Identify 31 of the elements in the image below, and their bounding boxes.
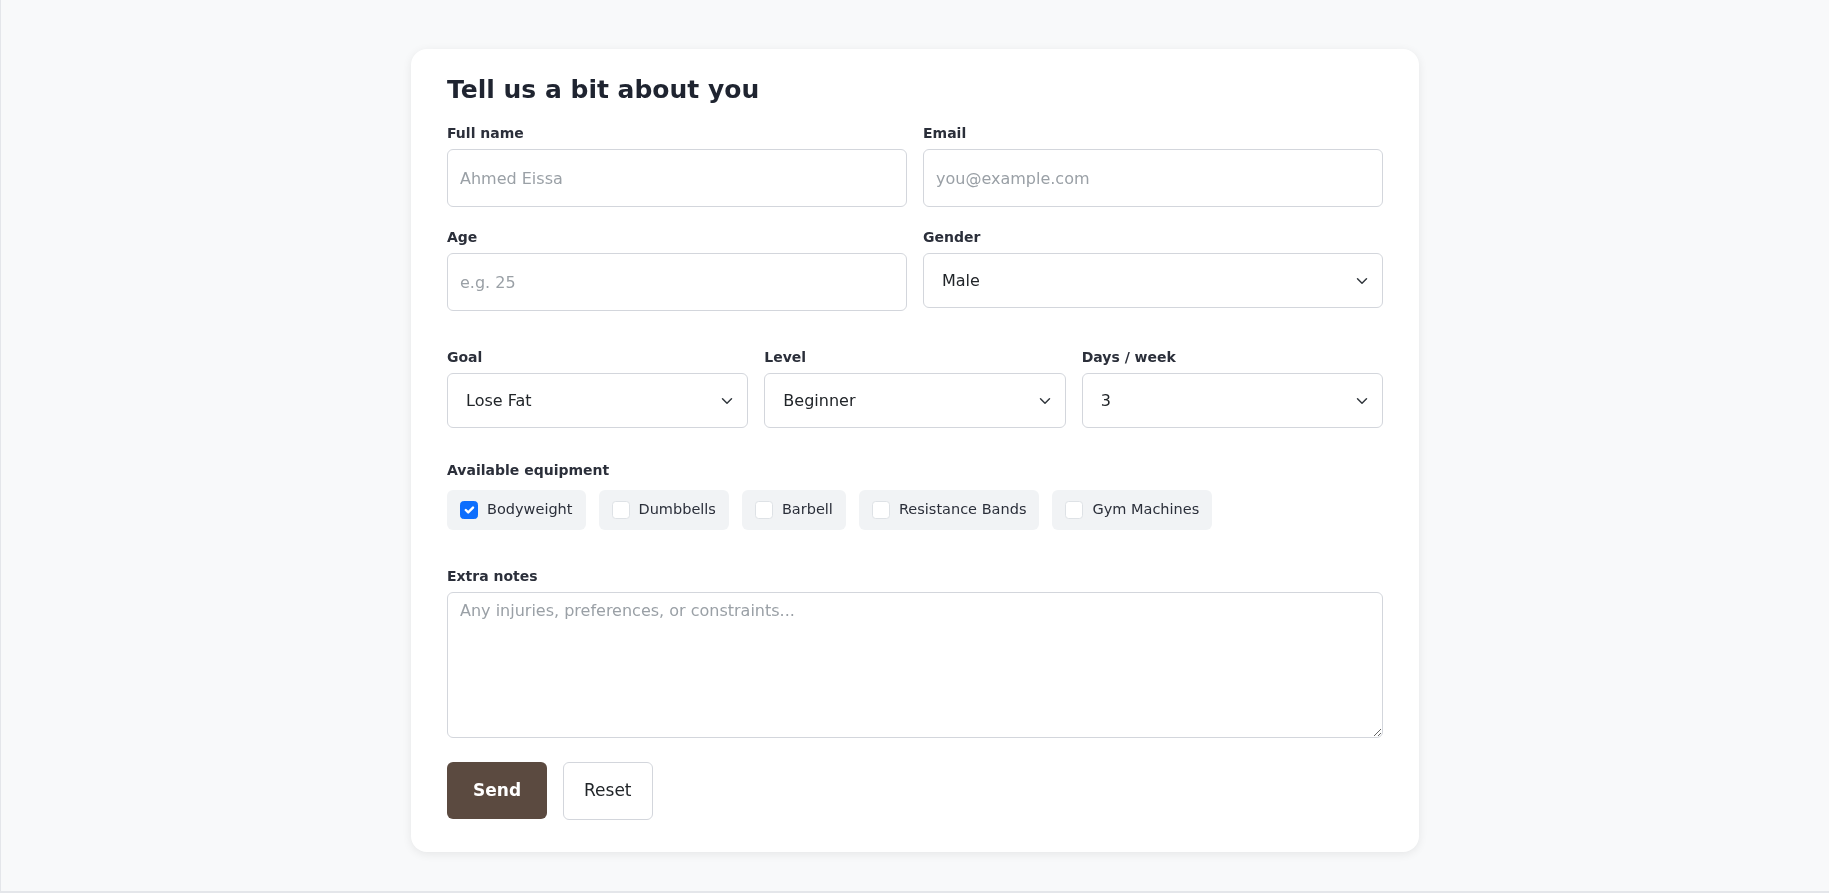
input-field[interactable]: e.g. 25 <box>447 253 907 311</box>
equipment-option[interactable]: Resistance Bands <box>858 490 1040 530</box>
reset-button[interactable]: Reset <box>563 761 653 820</box>
checkbox[interactable] <box>460 500 478 519</box>
field-label: Goal <box>447 348 483 367</box>
field-label: Full name <box>447 124 524 143</box>
field-label: Age <box>447 228 478 247</box>
section-label: Available equipment <box>447 461 610 480</box>
equipment-option[interactable]: Bodyweight <box>447 490 586 530</box>
equipment-option[interactable]: Gym Machines <box>1052 490 1213 530</box>
option-label: Barbell <box>781 500 833 519</box>
input-field[interactable]: you@example.com <box>923 149 1383 207</box>
send-button[interactable]: Send <box>447 761 548 819</box>
field-label: Gender <box>923 228 981 247</box>
option-label: Resistance Bands <box>898 500 1027 519</box>
equipment-option[interactable]: Dumbbells <box>598 490 729 530</box>
select-field[interactable]: Beginner <box>764 373 1066 428</box>
form-title: Tell us a bit about you <box>447 75 761 105</box>
field-label: Email <box>923 124 967 143</box>
select-field[interactable]: Lose Fat <box>447 373 749 428</box>
field-label: Level <box>764 348 807 367</box>
select-field[interactable]: Male <box>923 253 1383 308</box>
input-field[interactable]: Ahmed Eissa <box>447 149 907 207</box>
option-label: Gym Machines <box>1092 500 1200 519</box>
field-label: Extra notes <box>447 566 538 586</box>
select-field[interactable]: 3 <box>1081 373 1383 428</box>
equipment-option[interactable]: Barbell <box>741 490 846 530</box>
option-label: Bodyweight <box>487 500 573 519</box>
notes-field[interactable]: Any injuries, preferences, or constraints... <box>447 591 1383 738</box>
field-label: Days / week <box>1081 348 1176 367</box>
option-label: Dumbbells <box>638 500 716 519</box>
